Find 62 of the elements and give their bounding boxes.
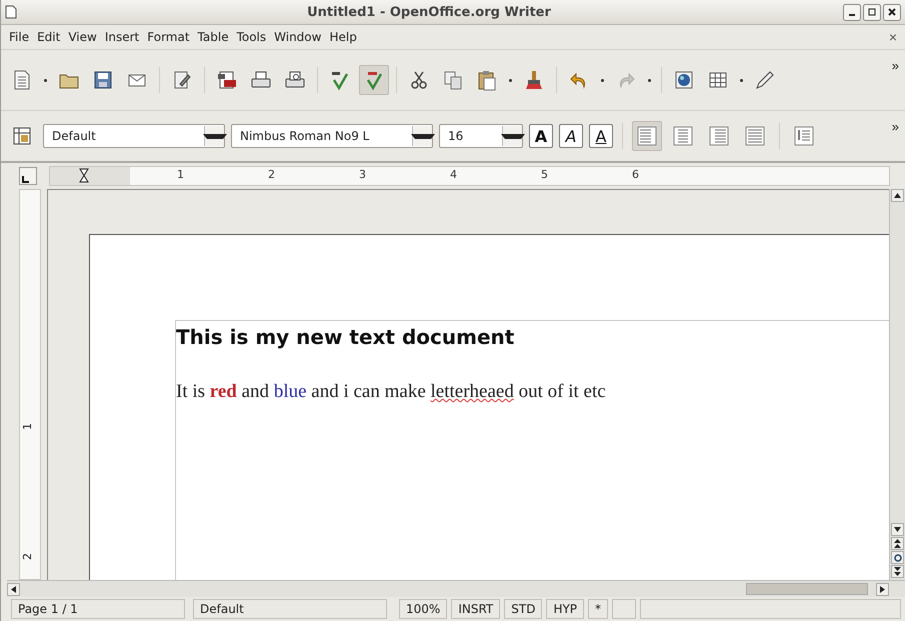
dropdown-arrow-button[interactable] [412, 126, 432, 146]
toolbar-overflow-button[interactable]: » [892, 119, 899, 134]
vertical-scrollbar[interactable] [889, 189, 905, 580]
ruler-number: 4 [450, 168, 457, 181]
menu-item[interactable]: Window [270, 28, 326, 46]
align-left-icon[interactable] [632, 121, 662, 151]
scroll-down-icon[interactable] [891, 523, 904, 536]
tab-type-icon[interactable] [19, 167, 37, 185]
minimize-icon[interactable] [843, 4, 861, 20]
toolbar-overflow-button[interactable]: » [892, 58, 899, 73]
font-size-dropdown[interactable]: 16 [439, 124, 523, 148]
ruler-number: 6 [632, 168, 639, 181]
maximize-icon[interactable] [863, 4, 881, 20]
menu-item[interactable]: Insert [100, 28, 144, 46]
document-heading: This is my new text document [176, 325, 516, 349]
ruler-number: 5 [541, 168, 548, 181]
bold-button[interactable]: A [529, 124, 553, 148]
ruler-number: 1 [177, 168, 184, 181]
ruler-number: 2 [268, 168, 275, 181]
status-field: INSRT [451, 599, 500, 619]
ruler-number: 2 [21, 553, 34, 560]
previous-page-icon[interactable] [891, 537, 904, 550]
status-field: HYP [546, 599, 584, 619]
underline-button[interactable]: A [589, 124, 613, 148]
status-field: Page 1 / 1 [11, 599, 185, 619]
status-field: Default [193, 599, 387, 619]
status-field: STD [504, 599, 542, 619]
font-name-dropdown[interactable]: Nimbus Roman No9 L [231, 124, 433, 148]
menu-item[interactable]: Format [143, 28, 194, 46]
dropdown-icon[interactable] [601, 78, 604, 82]
close-icon[interactable] [883, 4, 901, 20]
close-document-button[interactable]: × [884, 29, 901, 45]
navigation-icon[interactable] [891, 551, 904, 564]
menu-item[interactable]: Tools [232, 28, 270, 46]
scroll-right-icon[interactable] [876, 582, 889, 596]
dropdown-icon[interactable] [509, 78, 512, 82]
document-icon [5, 5, 17, 19]
next-page-icon[interactable] [891, 565, 904, 578]
menu-item[interactable]: File [5, 28, 34, 46]
scroll-up-icon[interactable] [891, 189, 904, 202]
dropdown-icon[interactable] [740, 78, 743, 82]
status-field: * [588, 599, 608, 619]
indent-marker-icon[interactable] [79, 168, 89, 183]
dropdown-icon[interactable] [648, 78, 651, 82]
dropdown-arrow-button[interactable] [204, 126, 224, 146]
menu-item[interactable]: Edit [33, 28, 64, 46]
window-title: Untitled1 - OpenOffice.org Writer [306, 4, 552, 20]
menu-item[interactable]: Table [194, 28, 233, 46]
document-paragraph: It is red and blue and i can make letterheaed out of it etc [176, 381, 607, 403]
dropdown-icon[interactable] [44, 78, 47, 82]
menu-item[interactable]: Help [325, 28, 361, 46]
paragraph-style-dropdown[interactable]: Default [43, 124, 225, 148]
ruler-number: 3 [359, 168, 366, 181]
scroll-left-icon[interactable] [7, 582, 20, 596]
status-field [612, 599, 636, 619]
auto-spellcheck-icon[interactable] [359, 65, 389, 95]
status-field: 100% [399, 599, 448, 619]
dropdown-arrow-button[interactable] [502, 126, 522, 146]
menu-item[interactable]: View [64, 28, 101, 46]
scrollbar-thumb[interactable] [746, 583, 868, 595]
ruler-number: 1 [21, 423, 34, 430]
italic-button[interactable]: A [559, 124, 583, 148]
